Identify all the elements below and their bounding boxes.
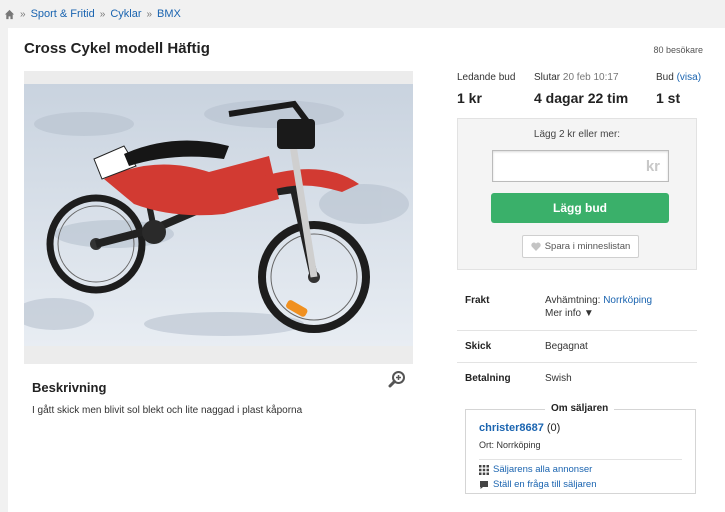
ends-label: Slutar [534,72,561,83]
save-label: Spara i minneslistan [544,241,631,252]
condition-value: Begagnat [545,341,588,352]
grid-icon [479,464,489,475]
payment-row: Betalning Swish [457,363,697,395]
ask-seller-link[interactable]: Ställ en fråga till säljaren [479,479,597,490]
seller-box: Om säljaren christer8687 (0) Ort: Norrkö… [465,403,696,494]
chat-bubble-icon [480,480,488,489]
ends-date: 20 feb 10:17 [562,72,619,83]
description-heading: Beskrivning [32,380,107,395]
breadcrumb-cyklar[interactable]: Cyklar [110,8,141,20]
shipping-label: Frakt [465,295,490,306]
ask-seller-label: Ställ en fråga till säljaren [493,479,597,490]
shipping-row: Frakt Avhämtning: Norrköping Mer info ▼ [457,286,697,331]
page-title: Cross Cykel modell Häftig [24,40,210,57]
visitor-count: 80 besökare [653,45,703,55]
time-remaining: 4 dagar 22 tim [534,90,629,106]
bid-hint: Lägg 2 kr eller mer: [533,129,621,140]
listing-photo[interactable] [24,84,413,346]
breadcrumb-bmx[interactable]: BMX [157,8,181,20]
description-text: I gått skick men blivit sol blekt och li… [32,405,303,416]
seller-all-ads-link[interactable]: Säljarens alla annonser [479,464,592,475]
seller-location: Ort: Norrköping [479,440,541,450]
divider [479,459,682,460]
breadcrumb-separator: » [99,8,106,20]
seller-name-link[interactable]: christer8687 [479,422,544,434]
breadcrumb: » Sport & Fritid » Cyklar » BMX [0,0,725,28]
leading-bid-label: Ledande bud [457,72,516,83]
leading-bid: Ledande bud 1 kr [457,72,515,106]
bids-label: Bud [656,72,674,83]
bid-count-value: 1 st [656,90,681,106]
more-info-label: Mer info [545,308,582,319]
save-to-watchlist-button[interactable]: Spara i minneslistan [522,235,639,258]
show-bids-link[interactable]: (visa) [677,72,701,83]
bid-count: Bud (visa) 1 st [656,72,701,106]
image-gallery[interactable] [24,71,413,364]
place-bid-button[interactable]: Lägg bud [491,193,669,223]
shipping-value: Avhämtning: [545,295,601,306]
payment-label: Betalning [465,373,511,384]
more-info-link[interactable]: Mer info ▼ [545,308,594,319]
leading-bid-value: 1 kr [457,90,482,106]
seller-rating: (0) [546,422,561,434]
currency-suffix: kr [645,158,660,175]
chevron-down-icon: ▼ [583,308,594,319]
breadcrumb-sport-fritid[interactable]: Sport & Fritid [31,8,95,20]
heart-icon [531,242,541,251]
condition-row: Skick Begagnat [457,331,697,363]
condition-label: Skick [465,341,492,352]
all-ads-label: Säljarens alla annonser [493,464,593,475]
bid-panel: Lägg 2 kr eller mer: kr Lägg bud Spara i… [457,118,697,270]
home-icon[interactable] [4,9,15,20]
breadcrumb-separator: » [146,8,153,20]
zoom-icon[interactable] [388,370,406,388]
pickup-location-link[interactable]: Norrköping [603,295,652,306]
ends-at: Slutar 20 feb 10:17 4 dagar 22 tim [534,72,628,106]
breadcrumb-separator: » [20,8,26,20]
seller-heading: Om säljaren [545,403,615,414]
payment-value: Swish [545,373,572,384]
bid-input[interactable]: kr [492,150,669,182]
